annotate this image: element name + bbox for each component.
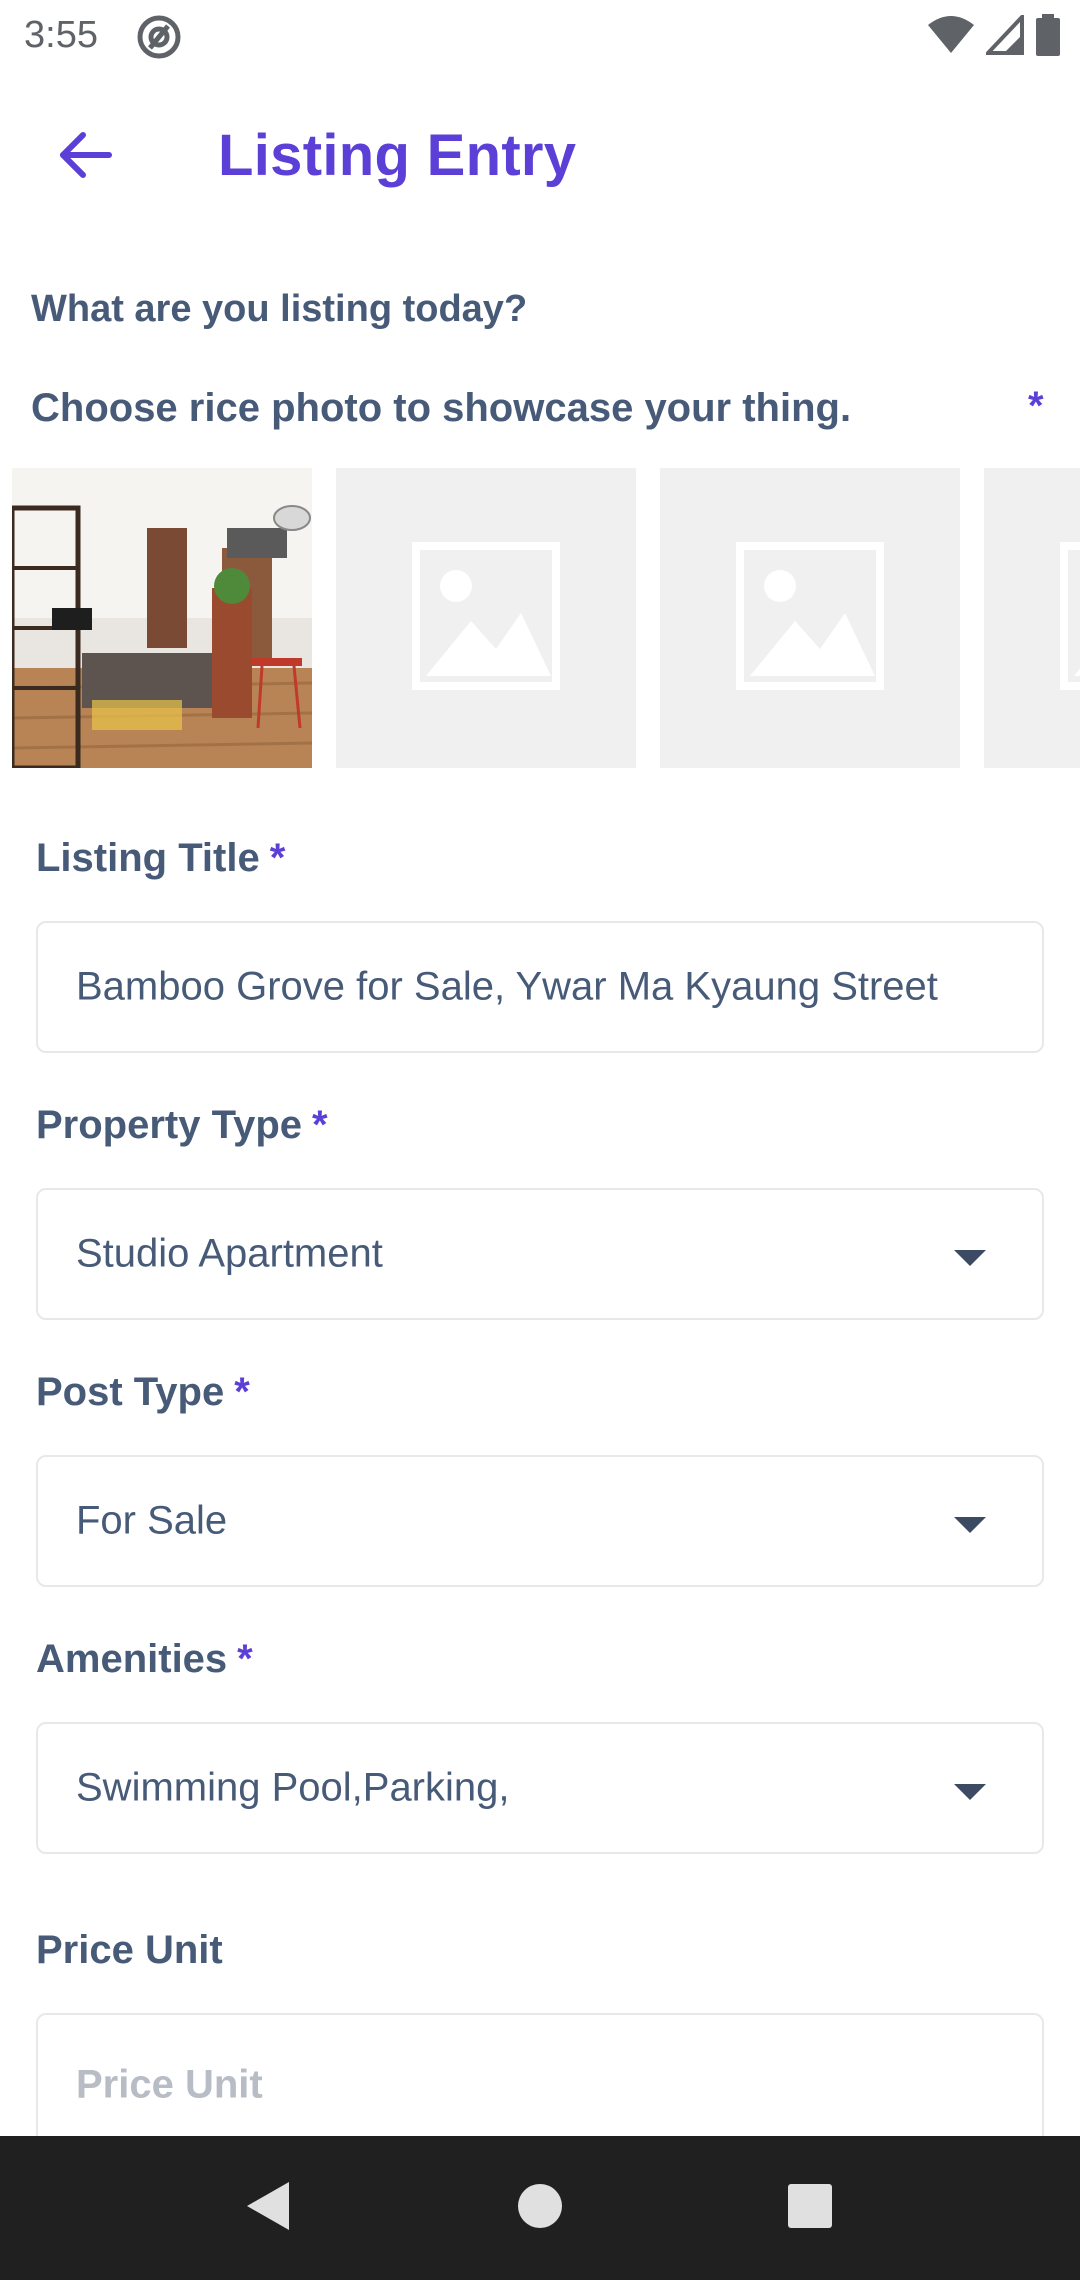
square-recents-icon (787, 2183, 833, 2234)
property-type-select[interactable]: Studio Apartment (36, 1188, 1044, 1320)
triangle-back-icon (245, 2180, 291, 2237)
battery-icon (1036, 13, 1060, 61)
amenities-select[interactable]: Swimming Pool,Parking, (36, 1722, 1044, 1854)
required-marker: * (269, 836, 286, 880)
back-button[interactable] (40, 112, 130, 202)
page-title: Listing Entry (218, 123, 577, 188)
nav-home-button[interactable] (468, 2136, 612, 2280)
required-marker: * (237, 1637, 253, 1681)
photo-picker-row (12, 468, 1080, 768)
arrow-left-icon (57, 131, 113, 184)
amenities-value: Swimming Pool,Parking, (76, 1765, 510, 1810)
photo-slot-4[interactable] (984, 468, 1080, 768)
chevron-down-icon (954, 1784, 986, 1800)
listing-title-value: Bamboo Grove for Sale, Ywar Ma Kyaung St… (76, 964, 938, 1009)
image-placeholder-icon (1059, 541, 1080, 696)
photo-slot-1[interactable] (12, 468, 312, 768)
listing-title-label-text: Listing Title (36, 836, 260, 880)
chevron-down-icon (954, 1250, 986, 1266)
price-unit-input[interactable]: Price Unit (36, 2013, 1044, 2136)
photo-slot-2[interactable] (336, 468, 636, 768)
photo-slot-3[interactable] (660, 468, 960, 768)
price-unit-placeholder: Price Unit (76, 2062, 263, 2107)
amenities-label-text: Amenities (36, 1637, 228, 1681)
post-type-label-text: Post Type (36, 1370, 225, 1414)
signal-icon (983, 11, 1024, 60)
post-type-value: For Sale (76, 1498, 228, 1543)
image-placeholder-icon (411, 541, 561, 696)
wifi-icon (928, 15, 974, 60)
property-type-label: Property Type * (36, 1103, 328, 1148)
status-time: 3:55 (24, 14, 98, 56)
price-unit-label: Price Unit (36, 1928, 223, 1973)
property-type-label-text: Property Type (36, 1103, 302, 1147)
listing-title-input[interactable]: Bamboo Grove for Sale, Ywar Ma Kyaung St… (36, 921, 1044, 1053)
listing-title-label: Listing Title * (36, 836, 285, 881)
price-unit-label-text: Price Unit (36, 1928, 223, 1972)
required-marker: * (312, 1103, 328, 1147)
listing-question: What are you listing today? (31, 288, 528, 330)
property-type-value: Studio Apartment (76, 1231, 383, 1276)
photo-prompt: Choose rice photo to showcase your thing… (31, 386, 852, 430)
app-bar: Listing Entry (0, 74, 1080, 244)
circle-home-icon (517, 2183, 563, 2234)
required-marker: * (234, 1370, 250, 1414)
amenities-label: Amenities * (36, 1637, 253, 1682)
nav-back-button[interactable] (196, 2136, 340, 2280)
image-placeholder-icon (735, 541, 885, 696)
nav-recents-button[interactable] (738, 2136, 882, 2280)
post-type-label: Post Type * (36, 1370, 250, 1415)
system-nav-bar (0, 2136, 1080, 2280)
room-photo (12, 468, 312, 768)
at-sign-icon (136, 14, 182, 60)
chevron-down-icon (954, 1517, 986, 1533)
status-bar: 3:55 (0, 0, 1080, 74)
status-icons (928, 11, 1060, 61)
post-type-select[interactable]: For Sale (36, 1455, 1044, 1587)
required-marker: * (1028, 384, 1044, 428)
